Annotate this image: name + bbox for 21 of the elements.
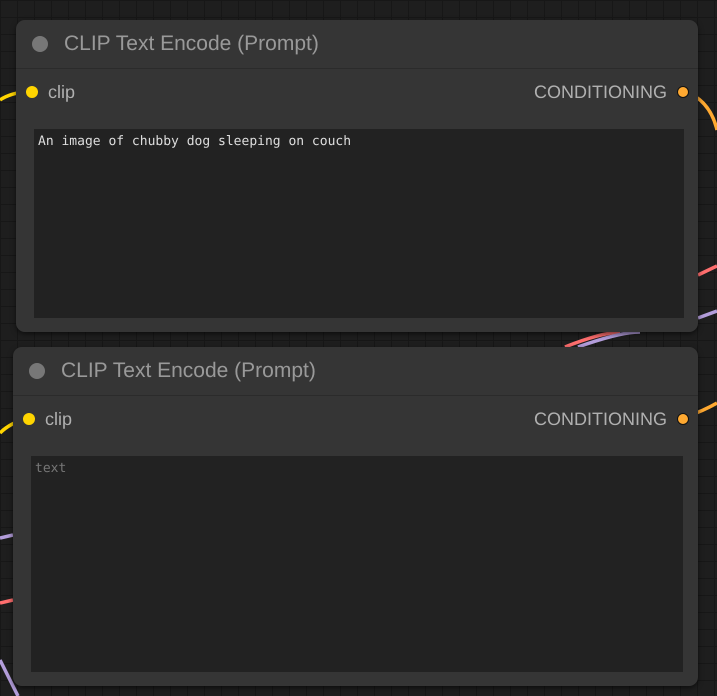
- prompt-text-field[interactable]: text: [31, 456, 683, 672]
- node-title: CLIP Text Encode (Prompt): [64, 32, 319, 56]
- wire: [697, 309, 717, 320]
- output-slot-dot[interactable]: [677, 86, 689, 98]
- wire: [0, 659, 20, 696]
- output-label: CONDITIONING: [534, 82, 667, 102]
- input-label: clip: [45, 408, 72, 430]
- wire: [577, 330, 640, 349]
- input-slot-dot[interactable]: [23, 413, 35, 425]
- collapse-dot-icon[interactable]: [32, 36, 48, 52]
- wire: [697, 264, 717, 277]
- output-label: CONDITIONING: [534, 408, 667, 430]
- prompt-text-field[interactable]: An image of chubby dog sleeping on couch: [34, 129, 684, 318]
- node-title: CLIP Text Encode (Prompt): [61, 359, 316, 383]
- wire: [0, 533, 14, 540]
- input-slot-dot[interactable]: [26, 86, 38, 98]
- collapse-dot-icon[interactable]: [29, 363, 45, 379]
- wire: [0, 598, 14, 605]
- output-slot-dot[interactable]: [677, 413, 689, 425]
- wire: [564, 330, 620, 349]
- input-label: clip: [48, 82, 76, 102]
